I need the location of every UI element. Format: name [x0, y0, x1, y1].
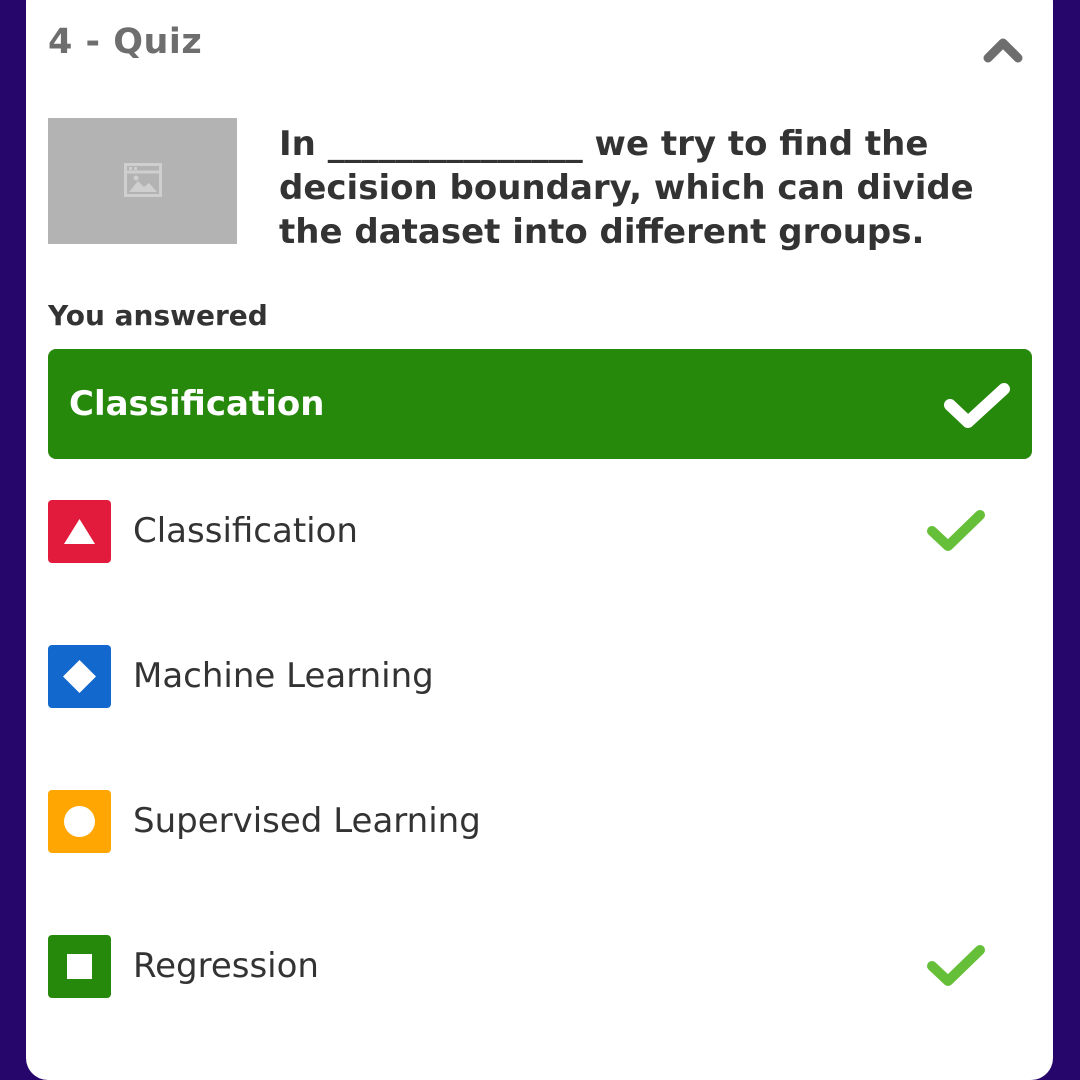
- selected-answer-bar: Classification: [48, 349, 1032, 459]
- option-label: Machine Learning: [133, 656, 434, 696]
- diamond-icon: [63, 660, 96, 693]
- collapse-button[interactable]: [978, 28, 1028, 68]
- option-machine-learning[interactable]: Machine Learning: [48, 645, 1032, 709]
- triangle-icon: [64, 519, 95, 544]
- option-supervised-learning[interactable]: Supervised Learning: [48, 790, 1032, 854]
- question-image: [48, 118, 237, 244]
- option-shape: [48, 500, 111, 563]
- option-label: Regression: [133, 946, 319, 986]
- option-classification[interactable]: Classification: [48, 500, 1032, 564]
- square-icon: [67, 954, 92, 979]
- option-shape: [48, 935, 111, 998]
- checkmark-icon: [944, 383, 1010, 428]
- option-label: Supervised Learning: [133, 801, 481, 841]
- question-text: In _______________ we try to find the de…: [279, 124, 974, 252]
- option-regression[interactable]: Regression: [48, 935, 1032, 999]
- option-label: Classification: [133, 511, 358, 551]
- image-placeholder-icon: [124, 163, 162, 197]
- quiz-card: 4 - Quiz In _______________ we try to fi…: [26, 0, 1053, 1080]
- option-shape: [48, 790, 111, 853]
- checkmark-icon: [927, 945, 985, 986]
- option-shape: [48, 645, 111, 708]
- quiz-header: 4 - Quiz: [48, 22, 203, 62]
- checkmark-icon: [927, 510, 985, 551]
- selected-answer-text: Classification: [69, 384, 325, 424]
- circle-icon: [64, 806, 95, 837]
- chevron-up-icon: [983, 38, 1023, 63]
- you-answered-label: You answered: [48, 299, 268, 332]
